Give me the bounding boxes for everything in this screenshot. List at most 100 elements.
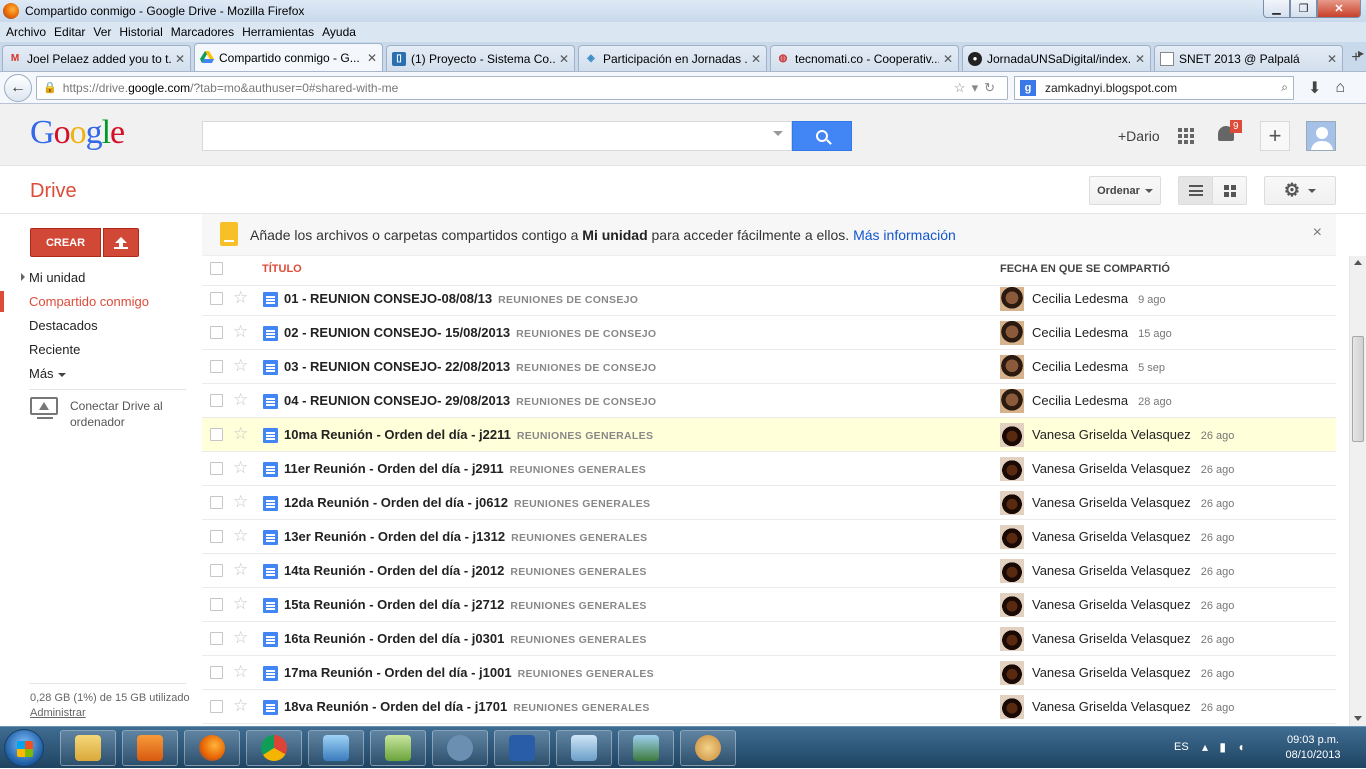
tab-close-icon[interactable]: ✕	[559, 52, 569, 66]
row-checkbox[interactable]	[210, 666, 223, 679]
star-icon[interactable]: ☆	[233, 492, 248, 512]
row-checkbox[interactable]	[210, 632, 223, 645]
file-name[interactable]: 04 - REUNION CONSEJO- 29/08/2013 REUNIONE…	[284, 393, 656, 408]
folder-label[interactable]: REUNIONES GENERALES	[517, 430, 653, 442]
more-info-link[interactable]: Más información	[853, 227, 956, 243]
maximize-button[interactable]: ❐	[1290, 0, 1317, 18]
file-name[interactable]: 03 - REUNION CONSEJO- 22/08/2013 REUNIONE…	[284, 359, 656, 374]
table-row[interactable]: ☆ 04 - REUNION CONSEJO- 29/08/2013 REUNION…	[202, 384, 1336, 418]
start-button[interactable]	[4, 729, 44, 767]
tab-close-icon[interactable]: ✕	[1327, 52, 1337, 66]
back-button[interactable]: ←	[4, 73, 32, 102]
language-indicator[interactable]: ES	[1174, 741, 1189, 753]
row-checkbox[interactable]	[210, 530, 223, 543]
create-button[interactable]: CREAR	[30, 228, 101, 257]
menu-ver[interactable]: Ver	[89, 25, 115, 39]
file-name[interactable]: 14ta Reunión - Orden del día - j2012 REUN…	[284, 563, 647, 578]
download-icon[interactable]: ⬇	[1308, 78, 1321, 98]
row-checkbox[interactable]	[210, 496, 223, 509]
taskbar-button[interactable]	[432, 730, 488, 766]
account-avatar[interactable]	[1306, 121, 1336, 151]
row-checkbox[interactable]	[210, 394, 223, 407]
tab-close-icon[interactable]: ✕	[367, 51, 377, 65]
folder-label[interactable]: REUNIONES DE CONSEJO	[516, 362, 656, 374]
browser-tab[interactable]: ● JornadaUNSaDigital/index.... ✕	[962, 45, 1151, 71]
folder-label[interactable]: REUNIONES GENERALES	[510, 600, 646, 612]
star-icon[interactable]: ☆	[233, 322, 248, 342]
star-icon[interactable]: ☆	[233, 390, 248, 410]
bookmark-star-icon[interactable]: ☆▾↻	[954, 80, 1001, 96]
table-row[interactable]: ☆ 13er Reunión - Orden del día - j1312 REU…	[202, 520, 1336, 554]
folder-label[interactable]: REUNIONES GENERALES	[511, 532, 647, 544]
scroll-up-arrow-icon[interactable]	[1354, 260, 1362, 265]
menu-editar[interactable]: Editar	[50, 25, 89, 39]
tab-list-chevron-icon[interactable]: ▸	[1358, 46, 1364, 60]
row-checkbox[interactable]	[210, 360, 223, 373]
row-checkbox[interactable]	[210, 564, 223, 577]
column-shared-date-header[interactable]: FECHA EN QUE SE COMPARTIÓ	[1000, 263, 1170, 275]
file-name[interactable]: 01 - REUNION CONSEJO-08/08/13 REUNIONES D…	[284, 291, 638, 306]
row-checkbox[interactable]	[210, 462, 223, 475]
select-all-checkbox[interactable]	[210, 262, 223, 275]
sidebar-item-mi-unidad[interactable]: Mi unidad	[29, 270, 85, 285]
browser-tab[interactable]: ◈ Participación en Jornadas ... ✕	[578, 45, 767, 71]
browser-tab-active[interactable]: Compartido conmigo - G... ✕	[194, 43, 383, 71]
taskbar-button[interactable]	[184, 730, 240, 766]
search-options-dropdown-icon[interactable]	[773, 131, 783, 136]
row-checkbox[interactable]	[210, 700, 223, 713]
taskbar-button[interactable]	[246, 730, 302, 766]
table-row[interactable]: ☆ 17ma Reunión - Orden del día - j1001 REU…	[202, 656, 1336, 690]
apps-grid-icon[interactable]	[1178, 128, 1194, 144]
expand-triangle-icon[interactable]	[21, 273, 25, 281]
row-checkbox[interactable]	[210, 598, 223, 611]
table-row[interactable]: ☆ 10ma Reunión - Orden del día - j2211 REU…	[202, 418, 1336, 452]
folder-label[interactable]: REUNIONES DE CONSEJO	[498, 294, 638, 306]
browser-tab[interactable]: M Joel Pelaez added you to t... ✕	[2, 45, 191, 71]
tray-icons[interactable]: ▴ ▮ ◖	[1202, 740, 1249, 754]
clock[interactable]: 09:03 p.m. 08/10/2013	[1278, 733, 1348, 763]
folder-label[interactable]: REUNIONES DE CONSEJO	[516, 328, 656, 340]
row-checkbox[interactable]	[210, 326, 223, 339]
file-name[interactable]: 15ta Reunión - Orden del día - j2712 REUN…	[284, 597, 647, 612]
star-icon[interactable]: ☆	[233, 628, 248, 648]
table-row[interactable]: ☆ 03 - REUNION CONSEJO- 22/08/2013 REUNION…	[202, 350, 1336, 384]
taskbar-button[interactable]	[494, 730, 550, 766]
sidebar-item-destacados[interactable]: Destacados	[29, 318, 98, 333]
folder-label[interactable]: REUNIONES GENERALES	[510, 634, 646, 646]
file-name[interactable]: 12da Reunión - Orden del día - j0612 REUN…	[284, 495, 650, 510]
row-checkbox[interactable]	[210, 292, 223, 305]
star-icon[interactable]: ☆	[233, 594, 248, 614]
search-icon[interactable]: ⌕	[1281, 80, 1288, 95]
menu-herramientas[interactable]: Herramientas	[238, 25, 318, 39]
table-row[interactable]: ☆ 14ta Reunión - Orden del día - j2012 REU…	[202, 554, 1336, 588]
folder-label[interactable]: REUNIONES DE CONSEJO	[516, 396, 656, 408]
table-row[interactable]: ☆ 02 - REUNION CONSEJO- 15/08/2013 REUNION…	[202, 316, 1336, 350]
connect-drive-link[interactable]: Conectar Drive al ordenador	[70, 398, 190, 430]
folder-label[interactable]: REUNIONES GENERALES	[514, 498, 650, 510]
taskbar-button[interactable]	[370, 730, 426, 766]
scrollbar-thumb[interactable]	[1352, 336, 1364, 442]
menu-ayuda[interactable]: Ayuda	[318, 25, 360, 39]
taskbar-button[interactable]	[556, 730, 612, 766]
tab-close-icon[interactable]: ✕	[1135, 52, 1145, 66]
tab-close-icon[interactable]: ✕	[943, 52, 953, 66]
table-row[interactable]: ☆ 16ta Reunión - Orden del día - j0301 REU…	[202, 622, 1336, 656]
column-title-header[interactable]: TÍTULO	[262, 263, 302, 275]
browser-tab[interactable]: ▯ (1) Proyecto - Sistema Co... ✕	[386, 45, 575, 71]
star-icon[interactable]: ☆	[233, 526, 248, 546]
file-name[interactable]: 10ma Reunión - Orden del día - j2211 REUN…	[284, 427, 653, 442]
notifications-bell-icon[interactable]: 9	[1218, 120, 1242, 146]
file-name[interactable]: 17ma Reunión - Orden del día - j1001 REUN…	[284, 665, 654, 680]
star-icon[interactable]: ☆	[233, 560, 248, 580]
tab-close-icon[interactable]: ✕	[175, 52, 185, 66]
menu-archivo[interactable]: Archivo	[2, 25, 50, 39]
star-icon[interactable]: ☆	[233, 424, 248, 444]
browser-search-box[interactable]: g zamkadnyi.blogspot.com ⌕	[1014, 75, 1294, 100]
sidebar-item-reciente[interactable]: Reciente	[29, 342, 80, 357]
google-search-engine-icon[interactable]: g	[1020, 79, 1036, 96]
browser-tab[interactable]: SNET 2013 @ Palpalá ✕	[1154, 45, 1343, 71]
taskbar-button[interactable]	[680, 730, 736, 766]
file-name[interactable]: 13er Reunión - Orden del día - j1312 REUN…	[284, 529, 647, 544]
star-icon[interactable]: ☆	[233, 662, 248, 682]
home-icon[interactable]: ⌂	[1335, 79, 1345, 97]
